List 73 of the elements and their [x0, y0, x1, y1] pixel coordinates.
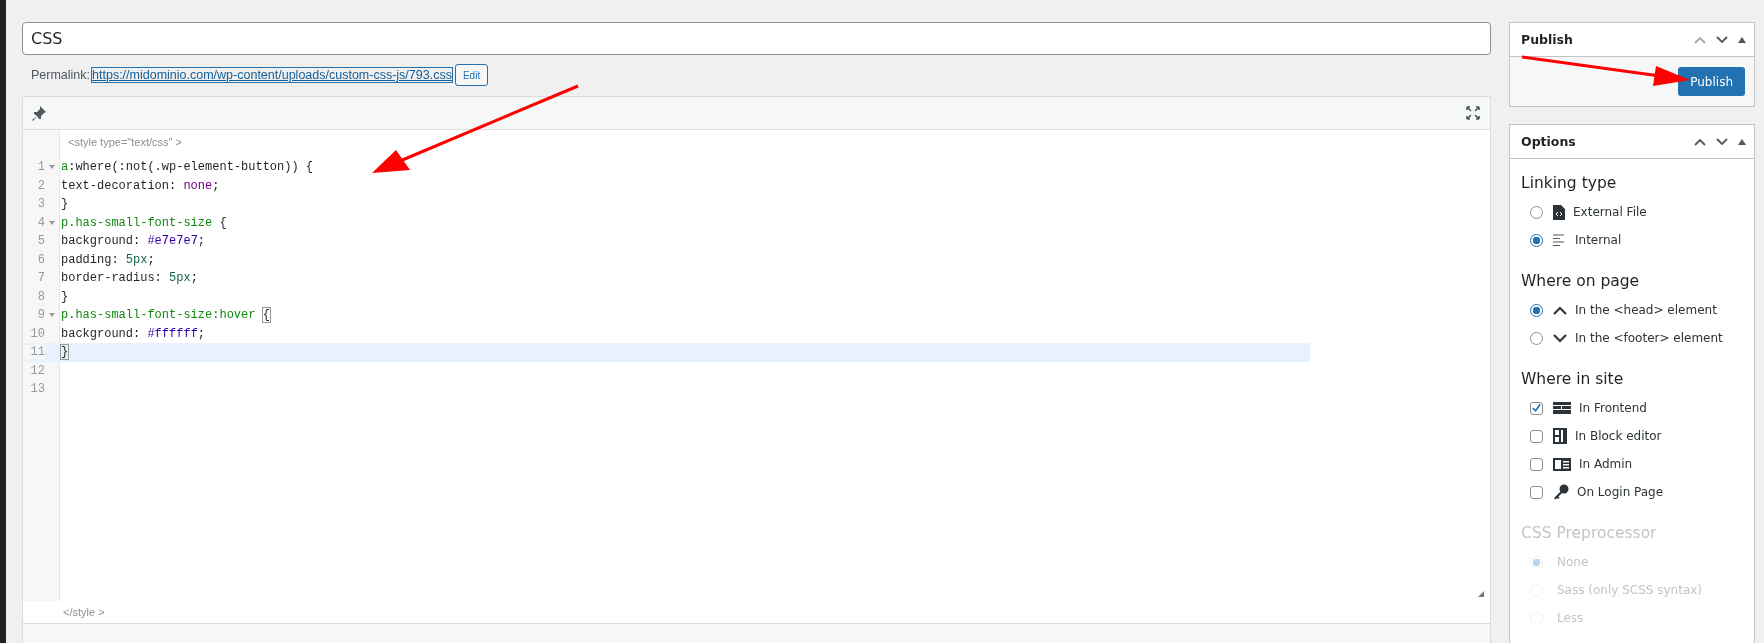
align-left-icon — [1553, 234, 1567, 246]
section-heading: CSS Preprocessor — [1521, 524, 1658, 542]
fold-icon[interactable] — [49, 220, 55, 225]
option-label: In the <footer> element — [1575, 331, 1723, 345]
option-label: In Admin — [1579, 457, 1633, 471]
key-icon — [1553, 484, 1569, 500]
line-number: 2 — [36, 178, 45, 193]
checkbox[interactable] — [1530, 401, 1543, 415]
permalink-label: Permalink: — [31, 68, 91, 82]
code-line: p.has-small-font-size { — [61, 215, 227, 230]
section-heading: Linking type — [1521, 174, 1618, 192]
layout-icon — [1553, 402, 1571, 414]
title-field[interactable]: CSS — [22, 22, 1491, 55]
fold-icon[interactable] — [49, 165, 55, 170]
fold-icon[interactable] — [49, 313, 55, 318]
option-label: On Login Page — [1577, 485, 1664, 499]
line-number: 10 — [29, 326, 45, 341]
option-label: In Block editor — [1575, 429, 1662, 443]
code-line: p.has-small-font-size:hover { — [61, 308, 270, 323]
checkbox[interactable] — [1530, 457, 1543, 471]
checkbox[interactable] — [1530, 429, 1543, 443]
section-heading: Where in site — [1521, 370, 1625, 388]
option-label: Sass (only SCSS syntax) — [1557, 583, 1702, 597]
code-line: } — [61, 345, 69, 360]
collapse-icon[interactable] — [1738, 138, 1746, 145]
line-number: 4 — [36, 215, 45, 230]
code-line: background: #e7e7e7; — [61, 234, 206, 249]
pin-icon[interactable] — [31, 105, 47, 121]
line-number: 12 — [29, 363, 45, 378]
option-label: Less — [1557, 611, 1584, 625]
option-label: Internal — [1575, 233, 1622, 247]
section-heading: Where on page — [1521, 272, 1641, 290]
publish-button[interactable]: Publish — [1678, 67, 1745, 96]
option-label: In the <head> element — [1575, 303, 1717, 317]
collapse-icon[interactable] — [1738, 36, 1746, 43]
move-up-icon[interactable] — [1694, 137, 1706, 146]
panel-title: Publish — [1521, 32, 1574, 47]
move-down-icon[interactable] — [1716, 35, 1728, 44]
block-layout-icon — [1553, 428, 1567, 444]
code-line: padding: 5px; — [61, 252, 155, 267]
style-open-tag: <style type="text/css" > — [68, 136, 1490, 158]
code-line: a:where(:not(.wp-element-button)) { — [61, 160, 314, 175]
line-number: 3 — [36, 197, 45, 212]
line-number: 13 — [29, 382, 45, 397]
chevron-down-icon — [1553, 333, 1567, 343]
style-close-tag: </style > — [63, 606, 105, 618]
code-file-icon — [1553, 204, 1565, 220]
edit-button[interactable]: Edit — [454, 64, 489, 86]
id-card-icon — [1553, 457, 1571, 471]
line-number: 7 — [36, 271, 45, 286]
code-line: text-decoration: none; — [61, 178, 220, 193]
code-line: } — [61, 289, 69, 304]
code-line: } — [61, 197, 69, 212]
checkbox[interactable] — [1530, 485, 1543, 499]
panel-title: Options — [1521, 134, 1577, 149]
resize-handle-icon[interactable] — [1478, 591, 1484, 597]
chevron-up-icon — [1553, 305, 1567, 315]
option-label: External File — [1573, 205, 1647, 219]
fullscreen-icon[interactable] — [1466, 106, 1480, 120]
radio-button[interactable] — [1530, 303, 1543, 317]
permalink-link[interactable]: https://midominio.com/wp-content/uploads/custom-css-js/793.css — [92, 68, 452, 82]
line-number: 6 — [36, 252, 45, 267]
code-line: border-radius: 5px; — [61, 271, 198, 286]
line-number: 8 — [36, 289, 45, 304]
line-number: 1 — [36, 160, 45, 175]
line-number: 5 — [36, 234, 45, 249]
code-line: background: #ffffff; — [61, 326, 206, 341]
radio-button[interactable] — [1530, 233, 1543, 247]
option-label: None — [1557, 555, 1589, 569]
option-label: In Frontend — [1579, 401, 1647, 415]
move-down-icon[interactable] — [1716, 137, 1728, 146]
line-number: 11 — [23, 345, 45, 360]
line-number: 9 — [36, 308, 45, 323]
